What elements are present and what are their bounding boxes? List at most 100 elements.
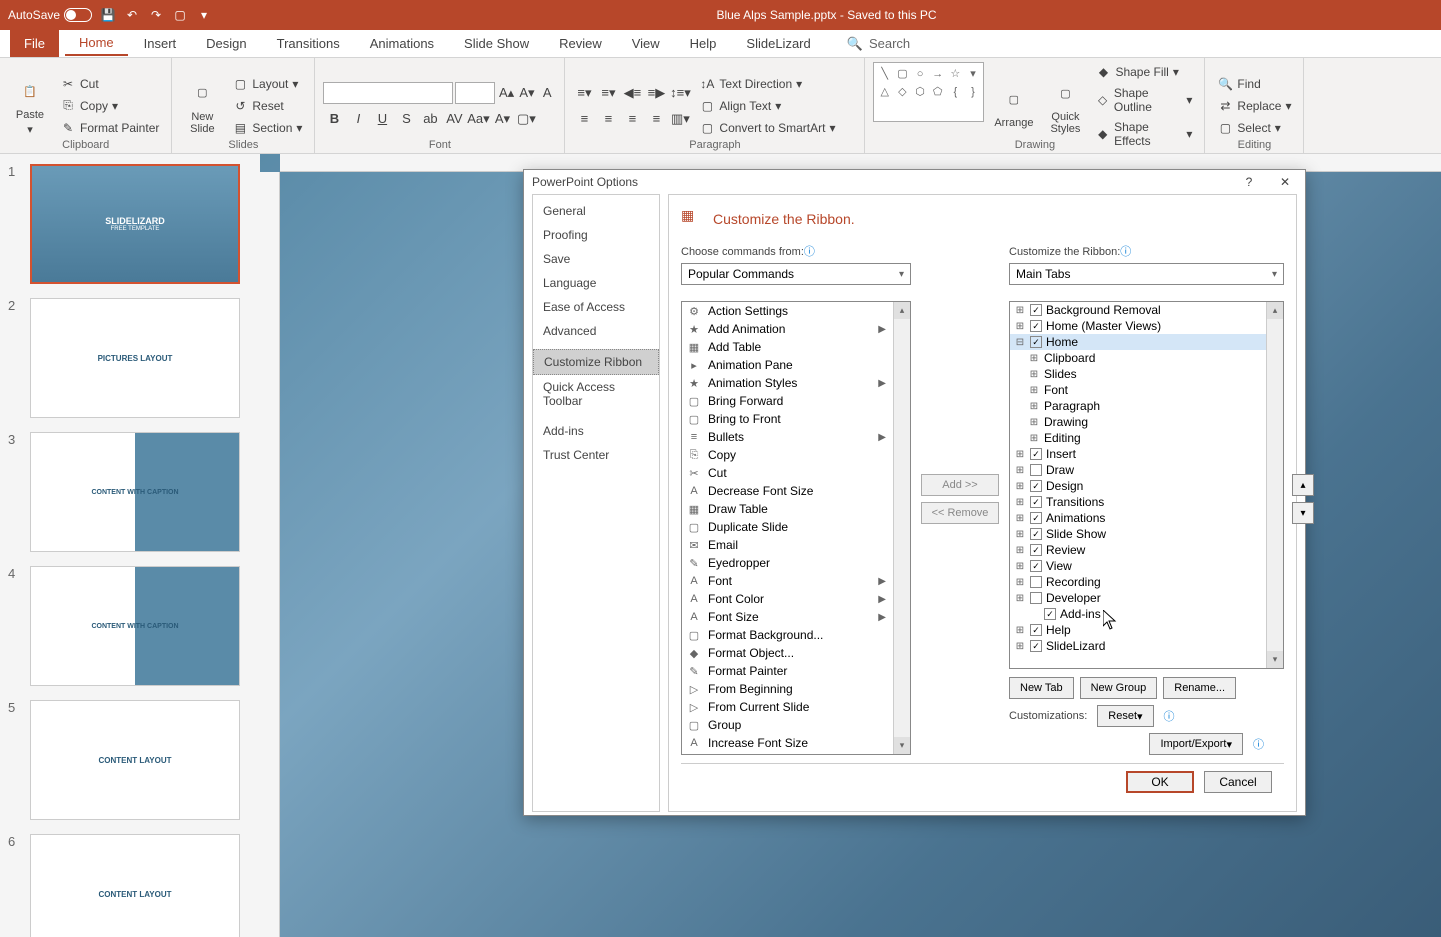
sidebar-item-trust[interactable]: Trust Center xyxy=(533,443,659,467)
ribbon-tree[interactable]: ⊞✓Background Removal⊞✓Home (Master Views… xyxy=(1009,301,1284,669)
align-center-icon[interactable]: ≡ xyxy=(597,108,619,130)
command-item[interactable]: ◆Format Object... xyxy=(682,644,910,662)
close-button[interactable]: ✕ xyxy=(1273,170,1297,194)
add-button[interactable]: Add >> xyxy=(921,474,999,496)
save-icon[interactable]: 💾 xyxy=(100,7,116,23)
tree-item[interactable]: ⊞✓View xyxy=(1010,558,1283,574)
new-group-button[interactable]: New Group xyxy=(1080,677,1158,699)
expander-icon[interactable]: ⊞ xyxy=(1028,369,1040,380)
text-shadow-icon[interactable]: ab xyxy=(419,108,441,130)
slide-thumb-5[interactable]: 5 CONTENT LAYOUT xyxy=(8,700,252,820)
search-box[interactable]: 🔍 Search xyxy=(847,36,910,52)
checkbox[interactable]: ✓ xyxy=(1030,512,1042,524)
slide-thumb-3[interactable]: 3 CONTENT WITH CAPTION xyxy=(8,432,252,552)
expander-icon[interactable]: ⊞ xyxy=(1014,593,1026,604)
tree-item[interactable]: ⊞Drawing xyxy=(1010,414,1283,430)
expander-icon[interactable]: ⊞ xyxy=(1014,321,1026,332)
sidebar-item-general[interactable]: General xyxy=(533,199,659,223)
expander-icon[interactable]: ⊞ xyxy=(1014,545,1026,556)
align-right-icon[interactable]: ≡ xyxy=(621,108,643,130)
tree-item[interactable]: ⊞✓Animations xyxy=(1010,510,1283,526)
choose-commands-combo[interactable]: Popular Commands xyxy=(681,263,911,285)
tab-home[interactable]: Home xyxy=(65,31,128,56)
info-icon[interactable]: ⓘ xyxy=(1164,708,1175,724)
slide-thumb-6[interactable]: 6 CONTENT LAYOUT xyxy=(8,834,252,937)
find-button[interactable]: 🔍Find xyxy=(1213,74,1295,94)
checkbox[interactable]: ✓ xyxy=(1030,624,1042,636)
slide-thumbnails-panel[interactable]: 1 SLIDELIZARDFREE TEMPLATE 2 PICTURES LA… xyxy=(0,154,260,937)
arrange-button[interactable]: ▢ Arrange xyxy=(988,62,1039,150)
command-item[interactable]: AFont Color▶ xyxy=(682,590,910,608)
expander-icon[interactable]: ⊞ xyxy=(1028,401,1040,412)
clear-formatting-icon[interactable]: A xyxy=(538,82,556,104)
help-button[interactable]: ? xyxy=(1237,170,1261,194)
new-slide-button[interactable]: ▢ New Slide xyxy=(180,62,224,149)
tree-item[interactable]: ✓Add-ins xyxy=(1010,606,1283,622)
font-size-combo[interactable] xyxy=(455,82,495,104)
expander-icon[interactable]: ⊞ xyxy=(1028,433,1040,444)
tab-slideshow[interactable]: Slide Show xyxy=(450,32,543,55)
scroll-up-icon[interactable]: ▴ xyxy=(1267,302,1283,319)
tree-item[interactable]: ⊞Editing xyxy=(1010,430,1283,446)
checkbox[interactable]: ✓ xyxy=(1030,528,1042,540)
sidebar-item-advanced[interactable]: Advanced xyxy=(533,319,659,343)
tree-item[interactable]: ⊞Clipboard xyxy=(1010,350,1283,366)
command-item[interactable]: ADecrease Font Size xyxy=(682,482,910,500)
decrease-font-icon[interactable]: A▾ xyxy=(518,82,536,104)
bold-icon[interactable]: B xyxy=(323,108,345,130)
cancel-button[interactable]: Cancel xyxy=(1204,771,1272,793)
tree-item[interactable]: ⊞✓Help xyxy=(1010,622,1283,638)
reset-button[interactable]: Reset ▾ xyxy=(1097,705,1153,727)
info-icon[interactable]: ⓘ xyxy=(1253,736,1264,752)
tab-design[interactable]: Design xyxy=(192,32,260,55)
expander-icon[interactable]: ⊞ xyxy=(1014,641,1026,652)
sidebar-item-ease[interactable]: Ease of Access xyxy=(533,295,659,319)
remove-button[interactable]: << Remove xyxy=(921,502,999,524)
slide-thumbnail[interactable]: CONTENT WITH CAPTION xyxy=(30,432,240,552)
slide-thumbnail[interactable]: PICTURES LAYOUT xyxy=(30,298,240,418)
tree-item[interactable]: ⊞Font xyxy=(1010,382,1283,398)
new-tab-button[interactable]: New Tab xyxy=(1009,677,1074,699)
scrollbar[interactable]: ▴ ▾ xyxy=(893,302,910,754)
checkbox[interactable]: ✓ xyxy=(1030,480,1042,492)
highlight-icon[interactable]: ▢▾ xyxy=(515,108,537,130)
expander-icon[interactable]: ⊞ xyxy=(1014,561,1026,572)
command-item[interactable]: ⚙Action Settings xyxy=(682,302,910,320)
expander-icon[interactable]: ⊞ xyxy=(1014,449,1026,460)
tree-item[interactable]: ⊞✓Home (Master Views) xyxy=(1010,318,1283,334)
command-item[interactable]: ★Animation Styles▶ xyxy=(682,374,910,392)
slide-thumbnail[interactable]: CONTENT LAYOUT xyxy=(30,834,240,937)
sidebar-item-save[interactable]: Save xyxy=(533,247,659,271)
tree-item[interactable]: ⊞✓Review xyxy=(1010,542,1283,558)
checkbox[interactable]: ✓ xyxy=(1044,608,1056,620)
command-item[interactable]: ✎Format Painter xyxy=(682,662,910,680)
justify-icon[interactable]: ≡ xyxy=(645,108,667,130)
expander-icon[interactable]: ⊟ xyxy=(1014,337,1026,348)
shape-fill-button[interactable]: ◆Shape Fill ▾ xyxy=(1091,62,1196,82)
commands-listbox[interactable]: ⚙Action Settings★Add Animation▶▦Add Tabl… xyxy=(681,301,911,755)
checkbox[interactable]: ✓ xyxy=(1030,320,1042,332)
ok-button[interactable]: OK xyxy=(1126,771,1194,793)
expander-icon[interactable]: ⊞ xyxy=(1028,385,1040,396)
font-family-combo[interactable] xyxy=(323,82,453,104)
quick-styles-button[interactable]: ▢ Quick Styles xyxy=(1043,62,1087,150)
slide-thumbnail[interactable]: CONTENT WITH CAPTION xyxy=(30,566,240,686)
checkbox[interactable]: ✓ xyxy=(1030,336,1042,348)
section-button[interactable]: ▤Section ▾ xyxy=(228,118,306,138)
command-item[interactable]: ✉Email xyxy=(682,536,910,554)
align-text-button[interactable]: ▢Align Text ▾ xyxy=(695,96,839,116)
increase-indent-icon[interactable]: ≡▶ xyxy=(645,82,667,104)
expander-icon[interactable]: ⊞ xyxy=(1014,481,1026,492)
command-item[interactable]: ▢Insert Pictures xyxy=(682,752,910,755)
expander-icon[interactable]: ⊞ xyxy=(1014,513,1026,524)
align-left-icon[interactable]: ≡ xyxy=(573,108,595,130)
command-item[interactable]: ★Add Animation▶ xyxy=(682,320,910,338)
expander-icon[interactable]: ⊞ xyxy=(1014,529,1026,540)
tree-item[interactable]: ⊞✓Insert xyxy=(1010,446,1283,462)
tab-insert[interactable]: Insert xyxy=(130,32,191,55)
slide-thumb-2[interactable]: 2 PICTURES LAYOUT xyxy=(8,298,252,418)
scroll-up-icon[interactable]: ▴ xyxy=(894,302,910,319)
underline-icon[interactable]: U xyxy=(371,108,393,130)
tab-animations[interactable]: Animations xyxy=(356,32,448,55)
scrollbar[interactable]: ▴ ▾ xyxy=(1266,302,1283,668)
